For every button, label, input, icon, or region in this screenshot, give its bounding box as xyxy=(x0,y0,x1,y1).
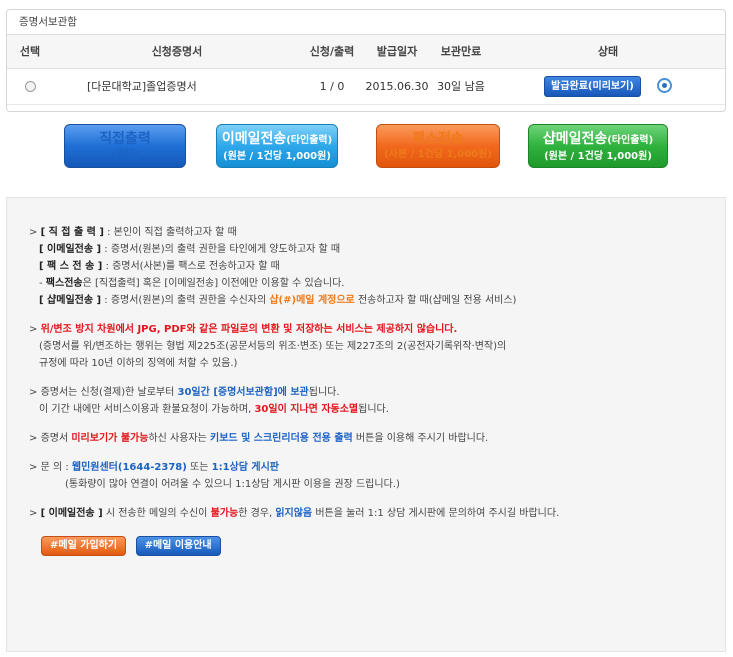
header-select: 선택 xyxy=(7,35,53,69)
notice-refund: 이 기간 내에만 서비스이용과 환불요청이 가능하며, 30일이 지나면 자동소… xyxy=(29,401,709,418)
select-cell xyxy=(7,68,53,105)
notice-direct-print: > [ 직 접 출 력 ] : 본인이 직접 출력하고자 할 때 xyxy=(29,227,237,238)
notice-forgery-penalty: 규정에 따라 10년 이하의 징역에 처할 수 있음.) xyxy=(39,358,238,369)
fax-send-sub: (사본 / 1건당 1,000원) xyxy=(384,149,492,160)
header-count: 신청/출력 xyxy=(301,35,363,69)
forgery-warning-text: 위/변조 방지 차원에서 JPG, PDF와 같은 파일로의 변환 및 저장하는… xyxy=(40,324,458,335)
email-fail-text-2: 한 경우, xyxy=(238,508,276,519)
label-fax-send: [ 팩 스 전 송 ] xyxy=(39,261,103,272)
shopmail-join-button[interactable]: #메일 가입하기 xyxy=(41,536,127,556)
notice-contact: > 문 의 : 웹민원센터(1644-2378) 또는 1:1상담 게시판 xyxy=(29,462,280,473)
email-fail-text-1: 시 전송한 메일의 수신이 xyxy=(102,508,211,519)
label-shopmail: [ 샵메일전송 ] xyxy=(39,295,102,306)
notice-fax-send: [ 팩 스 전 송 ] : 증명서(사본)를 팩스로 전송하고자 할 때 xyxy=(29,258,709,275)
notice-contact-note: (통화량이 많아 연결이 어려울 수 있으니 1:1상담 게시판 이용을 권장 … xyxy=(65,479,400,490)
shopmail-send-small: (타인출력) xyxy=(607,135,654,146)
email-fail-unread: 읽지않음 xyxy=(275,508,313,519)
issue-date: 2015.06.30 xyxy=(363,68,431,105)
notice-shopmail: [ 샵메일전송 ] : 증명서(원본)의 출력 권한을 수신자의 샵(#)메일 … xyxy=(29,292,709,309)
select-radio[interactable] xyxy=(24,81,36,92)
label-direct-print: [ 직 접 출 력 ] xyxy=(40,227,104,238)
fax-note-prefix: - xyxy=(39,278,46,289)
email-send-button[interactable]: 이메일전송(타인출력) (원본 / 1건당 1,000원) xyxy=(216,124,338,168)
email-fail-label: [ 이메일전송 ] xyxy=(40,508,103,519)
preview-accessible: 키보드 및 스크린리더용 전용 출력 xyxy=(210,433,353,444)
notice-forgery-law: (증명서를 위/변조하는 행위는 형법 제225조(공문서등의 위조·변조) 또… xyxy=(39,341,507,352)
text-shopmail-1: : 증명서(원본)의 출력 권한을 수신자의 xyxy=(101,295,270,306)
fax-note-text: 은 [직접출력] 혹은 [이메일전송] 이전에만 이용할 수 있습니다. xyxy=(82,278,345,289)
table-header-row: 선택 신청증명서 신청/출력 발급일자 보관만료 상태 xyxy=(7,35,725,69)
direct-print-button[interactable]: 직접출력 (원본) xyxy=(64,124,186,168)
refund-text-2: 됩니다. xyxy=(358,404,389,415)
fax-note-bold: 팩스전송 xyxy=(45,278,83,289)
text-shopmail-2: 전송하고자 할 때(샵메일 전용 서비스) xyxy=(354,295,517,306)
storage-text-1: 증명서는 신청(결제)한 날로부터 xyxy=(40,387,178,398)
contact-center: 웹민원센터(1644-2378) xyxy=(71,462,187,473)
text-fax-send: : 증명서(사본)를 팩스로 전송하고자 할 때 xyxy=(102,261,280,272)
contact-text-1: 문 의 : xyxy=(40,462,72,473)
shopmail-send-sub: (원본 / 1건당 1,000원) xyxy=(544,151,652,162)
notice-forgery-warning: > 위/변조 방지 차원에서 JPG, PDF와 같은 파일로의 변환 및 저장… xyxy=(29,324,458,335)
email-send-small: (타인출력) xyxy=(286,135,333,146)
preview-text-2: 하신 사용자는 xyxy=(148,433,210,444)
text-shopmail-highlight: 샵(#)메일 계정으로 xyxy=(269,295,355,306)
email-send-sub: (원본 / 1건당 1,000원) xyxy=(223,151,331,162)
request-count: 1 / 0 xyxy=(301,68,363,105)
certificate-table: 선택 신청증명서 신청/출력 발급일자 보관만료 상태 [다문대학교]졸업증명서… xyxy=(7,35,725,105)
direct-print-sub: (원본) xyxy=(111,149,139,160)
notice-email-send: [ 이메일전송 ] : 증명서(원본)의 출력 권한을 타인에게 양도하고자 할… xyxy=(29,241,709,258)
preview-text-1: 증명서 xyxy=(40,433,72,444)
email-fail-text-3: 버튼을 눌러 1:1 상담 게시판에 문의하여 주시길 바랍니다. xyxy=(312,508,560,519)
expire-days: 30일 남음 xyxy=(431,68,491,105)
certificate-name: [다문대학교]졸업증명서 xyxy=(53,68,301,105)
preview-button[interactable]: 발급완료(미리보기) xyxy=(544,75,641,97)
email-send-label: 이메일전송 xyxy=(221,131,287,147)
preview-text-3: 버튼을 이용해 주시기 바랍니다. xyxy=(352,433,489,444)
text-email-send: : 증명서(원본)의 출력 권한을 타인에게 양도하고자 할 때 xyxy=(101,244,341,255)
header-status: 상태 xyxy=(491,35,725,69)
storage-text-2: 됩니다. xyxy=(308,387,340,398)
label-email-send: [ 이메일전송 ] xyxy=(39,244,102,255)
header-issue-date: 발급일자 xyxy=(363,35,431,69)
contact-board: 1:1상담 게시판 xyxy=(211,462,280,473)
notice-fax-note: - 팩스전송은 [직접출력] 혹은 [이메일전송] 이전에만 이용할 수 있습니… xyxy=(29,275,709,292)
eye-icon[interactable] xyxy=(656,78,672,93)
box-title: 증명서보관함 xyxy=(7,10,725,35)
certificate-box: 증명서보관함 선택 신청증명서 신청/출력 발급일자 보관만료 상태 [다문대학… xyxy=(6,9,726,112)
text-direct-print: : 본인이 직접 출력하고자 할 때 xyxy=(103,227,237,238)
status-cell: 발급완료(미리보기) xyxy=(491,68,725,105)
shopmail-send-label: 샵메일전송 xyxy=(542,131,608,147)
notice-email-fail: > [ 이메일전송 ] 시 전송한 메일의 수신이 불가능한 경우, 읽지않음 … xyxy=(29,508,560,519)
header-expire: 보관만료 xyxy=(431,35,491,69)
action-buttons: 직접출력 (원본) 이메일전송(타인출력) (원본 / 1건당 1,000원) … xyxy=(58,124,678,168)
table-row: [다문대학교]졸업증명서 1 / 0 2015.06.30 30일 남음 발급완… xyxy=(7,68,725,105)
notice-storage: > 증명서는 신청(결제)한 날로부터 30일간 [증명서보관함]에 보관됩니다… xyxy=(29,387,340,398)
fax-send-button[interactable]: 팩스전송 (사본 / 1건당 1,000원) xyxy=(376,124,500,168)
direct-print-label: 직접출력 xyxy=(99,131,151,147)
preview-highlight: 미리보기가 불가능 xyxy=(71,433,149,444)
shopmail-buttons: #메일 가입하기 #메일 이용안내 xyxy=(41,536,709,556)
header-certificate: 신청증명서 xyxy=(53,35,301,69)
refund-text-1: 이 기간 내에만 서비스이용과 환불요청이 가능하며, xyxy=(39,404,255,415)
email-fail-highlight: 불가능 xyxy=(210,508,239,519)
storage-highlight: 30일간 [증명서보관함]에 보관 xyxy=(177,387,309,398)
shopmail-send-button[interactable]: 샵메일전송(타인출력) (원본 / 1건당 1,000원) xyxy=(528,124,668,168)
contact-text-2: 또는 xyxy=(186,462,212,473)
notice-preview: > 증명서 미리보기가 불가능하신 사용자는 키보드 및 스크린리더용 전용 출… xyxy=(29,433,489,444)
shopmail-guide-button[interactable]: #메일 이용안내 xyxy=(135,536,221,556)
refund-highlight: 30일이 지나면 자동소멸 xyxy=(254,404,359,415)
fax-send-label: 팩스전송 xyxy=(412,131,464,147)
notice-panel: > [ 직 접 출 력 ] : 본인이 직접 출력하고자 할 때 [ 이메일전송… xyxy=(6,197,726,652)
